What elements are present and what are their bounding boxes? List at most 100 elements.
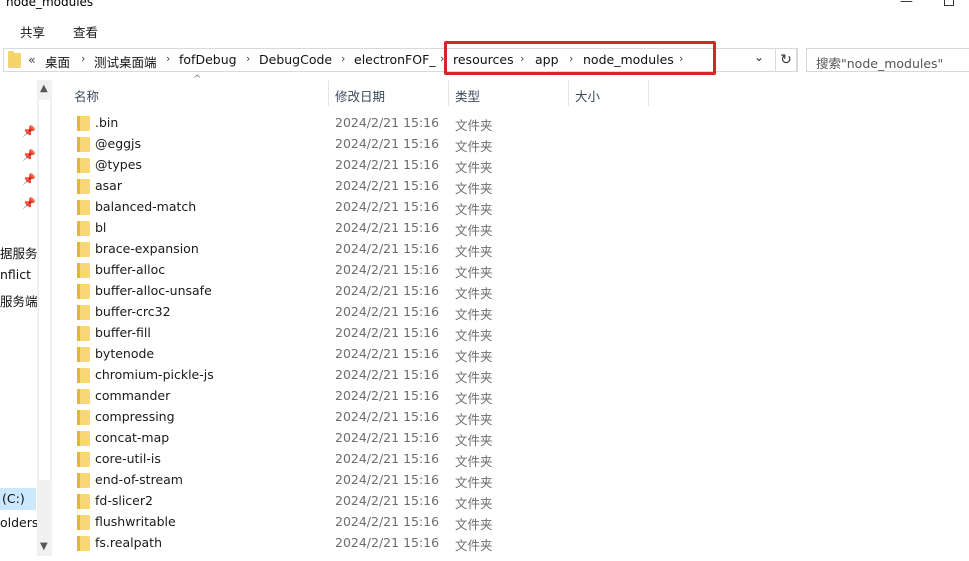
file-modified: 2024/2/21 15:16	[335, 367, 440, 382]
file-name[interactable]: flushwritable	[95, 514, 176, 529]
file-type: 文件夹	[455, 370, 493, 385]
file-row[interactable]: @types 2024/2/21 15:16 文件夹	[72, 155, 652, 176]
chevron-down-icon[interactable]: ⌄	[754, 50, 764, 64]
file-row[interactable]: bytenode 2024/2/21 15:16 文件夹	[72, 344, 652, 365]
nav-scrollbar-thumb[interactable]	[39, 100, 50, 480]
file-row[interactable]: fd-slicer2 2024/2/21 15:16 文件夹	[72, 491, 652, 512]
file-modified: 2024/2/21 15:16	[335, 535, 440, 550]
file-name[interactable]: chromium-pickle-js	[95, 367, 214, 382]
file-row[interactable]: buffer-crc32 2024/2/21 15:16 文件夹	[72, 302, 652, 323]
file-type: 文件夹	[455, 265, 493, 280]
file-name[interactable]: end-of-stream	[95, 472, 183, 487]
column-divider[interactable]	[648, 80, 649, 106]
nav-item[interactable]: 服务端	[0, 291, 38, 310]
file-type: 文件夹	[455, 517, 493, 532]
file-row[interactable]: @eggjs 2024/2/21 15:16 文件夹	[72, 134, 652, 155]
file-row[interactable]: commander 2024/2/21 15:16 文件夹	[72, 386, 652, 407]
chevron-right-icon[interactable]: ›	[246, 52, 250, 65]
file-row[interactable]: buffer-alloc 2024/2/21 15:16 文件夹	[72, 260, 652, 281]
folder-icon	[77, 200, 90, 215]
column-header-modified[interactable]: 修改日期	[335, 86, 385, 105]
file-row[interactable]: asar 2024/2/21 15:16 文件夹	[72, 176, 652, 197]
file-type: 文件夹	[455, 202, 493, 217]
file-name[interactable]: compressing	[95, 409, 175, 424]
file-modified: 2024/2/21 15:16	[335, 199, 440, 214]
file-name[interactable]: brace-expansion	[95, 241, 199, 256]
file-row[interactable]: compressing 2024/2/21 15:16 文件夹	[72, 407, 652, 428]
file-name[interactable]: balanced-match	[95, 199, 196, 214]
folder-icon	[77, 158, 90, 173]
scroll-up-icon[interactable]: ▲	[40, 83, 48, 94]
file-name[interactable]: .bin	[95, 115, 118, 130]
refresh-icon[interactable]: ↻	[775, 48, 797, 72]
file-modified: 2024/2/21 15:16	[335, 136, 440, 151]
file-modified: 2024/2/21 15:16	[335, 493, 440, 508]
file-row[interactable]: buffer-alloc-unsafe 2024/2/21 15:16 文件夹	[72, 281, 652, 302]
file-name[interactable]: @eggjs	[95, 136, 141, 151]
maximize-icon[interactable]	[944, 0, 954, 6]
file-name[interactable]: fs.realpath	[95, 535, 162, 550]
file-type: 文件夹	[455, 349, 493, 364]
file-name[interactable]: asar	[95, 178, 122, 193]
file-modified: 2024/2/21 15:16	[335, 325, 440, 340]
nav-item-drive[interactable]: (C:)	[2, 491, 25, 506]
file-type: 文件夹	[455, 307, 493, 322]
column-divider[interactable]	[328, 80, 329, 106]
file-row[interactable]: buffer-fill 2024/2/21 15:16 文件夹	[72, 323, 652, 344]
file-row[interactable]: concat-map 2024/2/21 15:16 文件夹	[72, 428, 652, 449]
column-header-name[interactable]: 名称	[74, 86, 99, 105]
file-row[interactable]: fs.realpath 2024/2/21 15:16 文件夹	[72, 533, 652, 554]
file-modified: 2024/2/21 15:16	[335, 409, 440, 424]
file-row[interactable]: brace-expansion 2024/2/21 15:16 文件夹	[72, 239, 652, 260]
file-name[interactable]: commander	[95, 388, 170, 403]
breadcrumb-item[interactable]: electronFOF_	[354, 52, 436, 67]
file-type: 文件夹	[455, 286, 493, 301]
file-name[interactable]: core-util-is	[95, 451, 161, 466]
column-header-size[interactable]: 大小	[575, 86, 600, 105]
breadcrumb-overflow[interactable]: «	[28, 52, 36, 67]
file-type: 文件夹	[455, 244, 493, 259]
file-name[interactable]: buffer-fill	[95, 325, 151, 340]
chevron-right-icon[interactable]: ›	[341, 52, 345, 65]
chevron-right-icon[interactable]: ›	[166, 52, 170, 65]
search-input[interactable]: 搜索"node_modules"	[806, 48, 969, 72]
file-type: 文件夹	[455, 139, 493, 154]
file-row[interactable]: .bin 2024/2/21 15:16 文件夹	[72, 113, 652, 134]
nav-item[interactable]: olders	[0, 515, 38, 530]
breadcrumb-item[interactable]: fofDebug	[179, 52, 237, 67]
nav-item[interactable]: 据服务	[0, 243, 38, 262]
breadcrumb-item[interactable]: 桌面	[45, 52, 70, 71]
nav-item[interactable]: nflict	[0, 267, 31, 282]
breadcrumb-item[interactable]: DebugCode	[259, 52, 332, 67]
tab-view[interactable]: 查看	[73, 22, 98, 41]
file-name[interactable]: buffer-crc32	[95, 304, 171, 319]
file-name[interactable]: fd-slicer2	[95, 493, 153, 508]
minimize-icon[interactable]: —	[900, 0, 913, 9]
file-name[interactable]: buffer-alloc-unsafe	[95, 283, 212, 298]
file-name[interactable]: bl	[95, 220, 106, 235]
file-row[interactable]: bl 2024/2/21 15:16 文件夹	[72, 218, 652, 239]
file-name[interactable]: bytenode	[95, 346, 154, 361]
file-name[interactable]: concat-map	[95, 430, 169, 445]
sort-up-icon: ^	[193, 74, 202, 85]
scroll-down-icon[interactable]: ▼	[40, 541, 48, 552]
file-name[interactable]: buffer-alloc	[95, 262, 165, 277]
folder-icon	[8, 51, 21, 68]
file-row[interactable]: core-util-is 2024/2/21 15:16 文件夹	[72, 449, 652, 470]
file-modified: 2024/2/21 15:16	[335, 346, 440, 361]
column-header-type[interactable]: 类型	[455, 86, 480, 105]
tab-share[interactable]: 共享	[20, 22, 45, 41]
file-name[interactable]: @types	[95, 157, 142, 172]
file-row[interactable]: flushwritable 2024/2/21 15:16 文件夹	[72, 512, 652, 533]
file-row[interactable]: chromium-pickle-js 2024/2/21 15:16 文件夹	[72, 365, 652, 386]
file-row[interactable]: balanced-match 2024/2/21 15:16 文件夹	[72, 197, 652, 218]
file-type: 文件夹	[455, 475, 493, 490]
file-row[interactable]: end-of-stream 2024/2/21 15:16 文件夹	[72, 470, 652, 491]
file-type: 文件夹	[455, 160, 493, 175]
pin-icon: 📌	[22, 197, 36, 210]
column-divider[interactable]	[448, 80, 449, 106]
chevron-right-icon[interactable]: ›	[81, 52, 85, 65]
column-divider[interactable]	[568, 80, 569, 106]
breadcrumb-item[interactable]: 测试桌面端	[94, 52, 157, 71]
file-modified: 2024/2/21 15:16	[335, 514, 440, 529]
